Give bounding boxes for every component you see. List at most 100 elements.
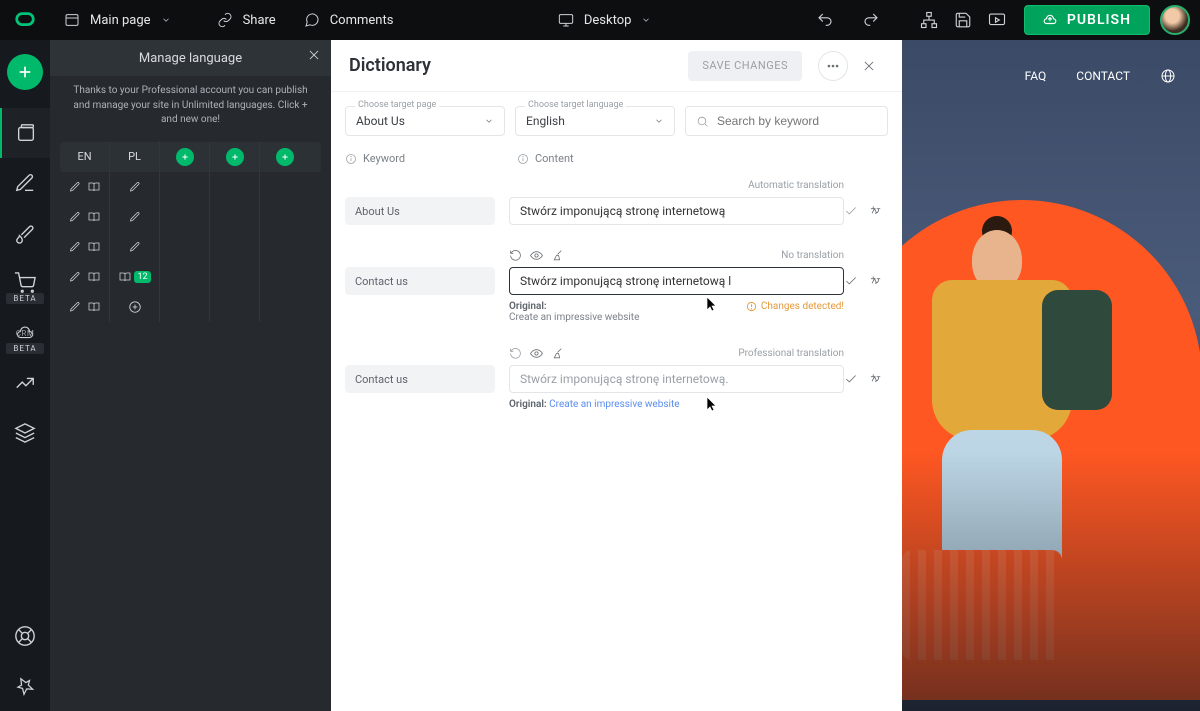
target-language-label: Choose target language — [525, 100, 626, 110]
translation-row: About Us Automatic translation Stwórz im… — [345, 177, 888, 225]
eye-icon[interactable] — [530, 249, 543, 262]
target-language-select[interactable]: English — [515, 106, 675, 136]
chevron-down-icon — [654, 116, 664, 126]
globe-icon[interactable] — [1160, 68, 1176, 84]
target-page-select[interactable]: About Us — [345, 106, 505, 136]
cell-pl[interactable]: 12 — [110, 262, 160, 292]
close-icon — [307, 48, 321, 62]
comments-button[interactable]: Comments — [290, 0, 408, 40]
book-icon — [87, 271, 101, 283]
more-button[interactable] — [818, 51, 848, 81]
dictionary-title: Dictionary — [349, 55, 688, 76]
lifebuoy-icon — [14, 625, 36, 647]
undo-icon[interactable] — [509, 249, 522, 262]
rail-ecommerce[interactable]: BETA — [0, 258, 50, 308]
col-add-1[interactable] — [160, 142, 210, 172]
cell-pl[interactable] — [110, 172, 160, 202]
col-en[interactable]: EN — [60, 142, 110, 172]
info-icon — [517, 153, 529, 165]
cursor-icon — [706, 296, 720, 312]
book-icon — [118, 271, 132, 283]
layers-icon — [14, 422, 36, 444]
chevron-down-icon — [484, 116, 494, 126]
app-logo[interactable] — [0, 0, 50, 40]
cell-en[interactable] — [60, 172, 110, 202]
save-button[interactable] — [946, 0, 980, 40]
translate-icon[interactable] — [868, 372, 882, 386]
rail-pages[interactable] — [0, 108, 50, 158]
original-label: Original: — [509, 399, 547, 410]
nav-faq[interactable]: FAQ — [1025, 69, 1047, 83]
rail-analytics[interactable] — [0, 358, 50, 408]
check-icon[interactable] — [844, 274, 858, 288]
rail-crm[interactable]: CRM BETA — [0, 308, 50, 358]
crm-label: CRM — [16, 329, 35, 338]
manage-language-panel: Manage language Thanks to your Professio… — [50, 40, 331, 711]
original-link[interactable]: Create an impressive website — [549, 399, 679, 410]
translation-status: Automatic translation — [748, 180, 844, 191]
content-col-label: Content — [535, 152, 574, 165]
translation-input[interactable]: Stwórz imponującą stronę internetową — [509, 197, 844, 225]
rail-layers[interactable] — [0, 408, 50, 458]
plus-icon — [281, 153, 289, 161]
plus-icon — [17, 64, 33, 80]
cell-pl[interactable] — [110, 202, 160, 232]
close-panel-button[interactable] — [307, 48, 321, 62]
translation-row: Contact us Professional translation Stwó… — [345, 345, 888, 410]
page-selector-label: Main page — [90, 13, 151, 28]
share-button[interactable]: Share — [203, 0, 290, 40]
device-selector[interactable]: Desktop — [544, 0, 666, 40]
col-pl[interactable]: PL — [110, 142, 160, 172]
search-input[interactable] — [717, 114, 877, 128]
close-dictionary-button[interactable] — [854, 51, 884, 81]
nav-contact[interactable]: CONTACT — [1076, 69, 1130, 83]
broom-icon[interactable] — [551, 249, 564, 262]
beta-badge: BETA — [6, 293, 44, 304]
undo-icon[interactable] — [509, 347, 522, 360]
translation-input[interactable]: Stwórz imponującą stronę internetową l — [509, 267, 844, 295]
col-add-2[interactable] — [210, 142, 260, 172]
translation-list: About Us Automatic translation Stwórz im… — [331, 177, 902, 410]
publish-button[interactable]: PUBLISH — [1024, 5, 1150, 35]
share-label: Share — [243, 13, 276, 28]
comment-icon — [304, 12, 320, 28]
preview-button[interactable] — [980, 0, 1014, 40]
rail-design[interactable] — [0, 208, 50, 258]
undo-button[interactable] — [802, 0, 848, 40]
translate-icon[interactable] — [868, 204, 882, 218]
check-icon[interactable] — [844, 204, 858, 218]
translation-input[interactable]: Stwórz imponującą stronę internetową. — [509, 365, 844, 393]
search-field[interactable] — [685, 106, 888, 136]
eye-icon[interactable] — [530, 347, 543, 360]
pin-icon — [15, 676, 35, 696]
sitemap-icon — [920, 11, 938, 29]
cell-pl-add[interactable] — [110, 292, 160, 322]
redo-icon — [862, 11, 880, 29]
cell-pl[interactable] — [110, 232, 160, 262]
pencil-icon — [69, 211, 81, 223]
rail-edit[interactable] — [0, 158, 50, 208]
rail-help[interactable] — [0, 611, 50, 661]
cell-en[interactable] — [60, 292, 110, 322]
save-changes-button[interactable]: SAVE CHANGES — [688, 51, 802, 81]
cell-en[interactable] — [60, 232, 110, 262]
rail-pin[interactable] — [0, 661, 50, 711]
warning-icon — [746, 301, 757, 312]
topbar: Main page Share Comments Desktop PUBLISH — [0, 0, 1200, 40]
col-add-3[interactable] — [260, 142, 310, 172]
pencil-icon — [129, 181, 141, 193]
user-avatar[interactable] — [1160, 5, 1190, 35]
cell-en[interactable] — [60, 262, 110, 292]
cell-en[interactable] — [60, 202, 110, 232]
sitemap-button[interactable] — [912, 0, 946, 40]
left-rail: BETA CRM BETA — [0, 40, 50, 711]
link-icon — [217, 12, 233, 28]
pages-icon — [15, 122, 37, 144]
translate-icon[interactable] — [868, 274, 882, 288]
broom-icon[interactable] — [551, 347, 564, 360]
add-button[interactable] — [7, 54, 43, 90]
redo-button[interactable] — [848, 0, 894, 40]
page-selector[interactable]: Main page — [50, 0, 185, 40]
check-icon[interactable] — [844, 372, 858, 386]
table-row — [60, 232, 321, 262]
